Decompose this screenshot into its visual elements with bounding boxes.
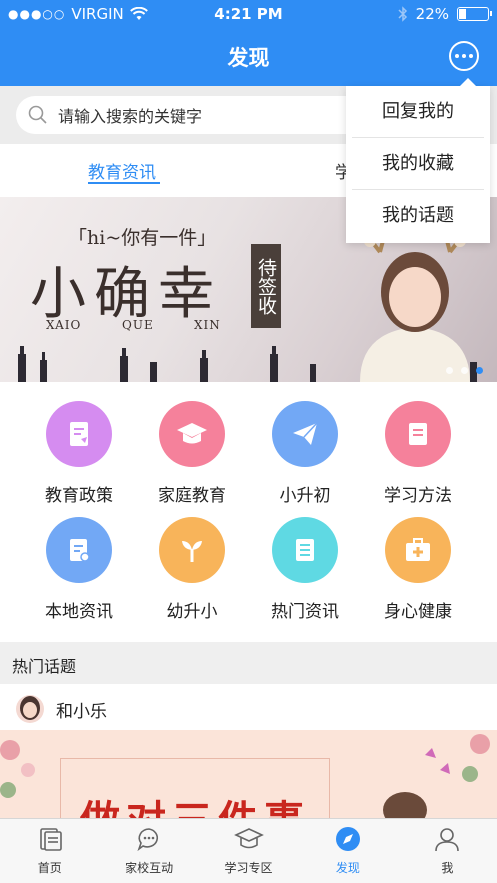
post-author-name: 和小乐 [56, 701, 107, 722]
banner-quote: 「hi~你有一件」 [68, 227, 217, 249]
category-family-education[interactable]: 家庭教育 [137, 401, 247, 506]
news-icon [272, 517, 338, 583]
page-title: 发现 [227, 46, 270, 70]
paper-plane-icon [272, 401, 338, 467]
post-author[interactable]: 和小乐 [16, 695, 107, 723]
tabbar-label: 家校互动 [125, 861, 174, 875]
document-icon [46, 401, 112, 467]
status-right: 22% [398, 5, 492, 23]
carousel-dot[interactable] [446, 367, 453, 374]
tabbar-item-study[interactable]: 学习专区 [199, 819, 298, 883]
nav-bar: 发现 [0, 28, 497, 86]
medical-kit-icon [385, 517, 451, 583]
sprout-icon [159, 517, 225, 583]
category-label: 幼升小 [166, 602, 218, 622]
category-label: 学习方法 [384, 486, 452, 506]
avatar[interactable] [16, 695, 44, 723]
bottom-tab-bar: 首页 家校互动 学习专区 发现 我 [0, 818, 497, 883]
bluetooth-icon [398, 6, 407, 22]
banner-stamp: 待签收 [251, 244, 281, 328]
banner-pinyin-1: XAIO [46, 318, 82, 332]
tabbar-label: 首页 [37, 861, 62, 875]
banner-girl-illustration [360, 237, 470, 382]
menu-item-my-topics[interactable]: 我的话题 [352, 190, 484, 242]
category-label: 教育政策 [45, 486, 113, 506]
chat-bubble-icon [137, 828, 159, 852]
graduation-cap-icon [159, 401, 225, 467]
category-label: 家庭教育 [158, 486, 226, 506]
more-options-button[interactable] [449, 41, 479, 71]
search-placeholder: 请输入搜索的关键字 [58, 107, 203, 126]
person-icon [435, 828, 460, 852]
tab-education-news[interactable]: 教育资讯 [88, 158, 156, 183]
home-doc-icon [39, 828, 62, 851]
tab-active-indicator [88, 182, 160, 184]
carousel-dot[interactable] [461, 367, 468, 374]
floral-decoration [0, 734, 490, 820]
category-label: 小升初 [279, 486, 331, 506]
tabbar-label: 学习专区 [224, 861, 273, 875]
hot-topics-header: 热门话题 [0, 642, 497, 684]
tabbar-item-home-school[interactable]: 家校互动 [99, 819, 198, 883]
category-grid: 教育政策 家庭教育 小升初 学习方法 本地资讯 幼升小 热门资讯 身心健康 [0, 382, 497, 642]
tabbar-label: 发现 [335, 861, 360, 875]
category-kindergarten-to-primary[interactable]: 幼升小 [137, 517, 247, 622]
status-bar: ●●●○○ VIRGIN 4:21 PM 22% [0, 0, 497, 28]
tabbar-item-me[interactable]: 我 [398, 819, 497, 883]
category-label: 热门资讯 [271, 602, 339, 622]
tabbar-item-discover[interactable]: 发现 [298, 819, 397, 883]
menu-item-replies[interactable]: 回复我的 [352, 86, 484, 138]
category-hot-news[interactable]: 热门资讯 [250, 517, 360, 622]
hot-topics-title: 热门话题 [12, 657, 77, 676]
carousel-indicator [446, 367, 483, 374]
tabbar-item-home[interactable]: 首页 [0, 819, 99, 883]
category-study-methods[interactable]: 学习方法 [363, 401, 473, 506]
topic-post[interactable]: 和小乐 做对三件事 [0, 684, 497, 820]
banner-pinyin-3: XIN [194, 318, 221, 332]
tabbar-label: 我 [441, 861, 454, 875]
search-icon [28, 105, 47, 124]
battery-percent: 22% [415, 5, 449, 23]
category-education-policy[interactable]: 教育政策 [24, 401, 134, 506]
category-label: 身心健康 [384, 602, 452, 622]
menu-item-favorites[interactable]: 我的收藏 [352, 138, 484, 190]
category-label: 本地资讯 [45, 602, 113, 622]
post-image[interactable]: 做对三件事 [0, 730, 497, 820]
carousel-dot-active[interactable] [476, 367, 483, 374]
compass-icon [335, 827, 360, 851]
clipboard-location-icon [46, 517, 112, 583]
battery-icon [457, 7, 492, 21]
category-primary-to-middle[interactable]: 小升初 [250, 401, 360, 506]
category-health[interactable]: 身心健康 [363, 517, 473, 622]
more-options-menu: 回复我的 我的收藏 我的话题 [346, 78, 490, 243]
category-local-news[interactable]: 本地资讯 [24, 517, 134, 622]
book-icon [385, 401, 451, 467]
banner-pinyin-2: QUE [122, 318, 154, 332]
graduation-cap-icon [233, 828, 264, 849]
